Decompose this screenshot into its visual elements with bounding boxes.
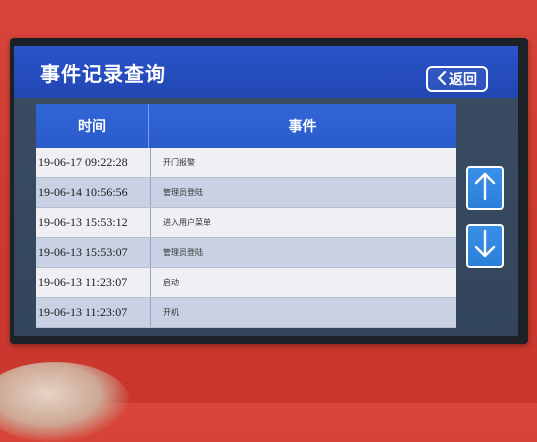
table-row[interactable]: 19-06-13 15:53:12 进入用户菜单 bbox=[36, 208, 456, 238]
event-log-table: 时间 事件 19-06-17 09:22:28 开门报警 19-06-14 10… bbox=[36, 104, 456, 328]
cell-event: 管理员登陆 bbox=[163, 248, 203, 257]
back-button[interactable]: 返回 bbox=[426, 66, 488, 92]
table-row[interactable]: 19-06-13 11:23:07 启动 bbox=[36, 268, 456, 298]
cell-time: 19-06-17 09:22:28 bbox=[36, 148, 151, 177]
back-button-label: 返回 bbox=[449, 72, 477, 88]
cell-time: 19-06-13 11:23:07 bbox=[36, 298, 151, 327]
arrow-down-icon bbox=[474, 229, 496, 263]
chevron-left-icon bbox=[437, 70, 447, 88]
table-row[interactable]: 19-06-13 11:23:07 开机 bbox=[36, 298, 456, 328]
cell-time: 19-06-14 10:56:56 bbox=[36, 178, 151, 207]
table-header: 时间 事件 bbox=[36, 104, 456, 148]
table-row[interactable]: 19-06-17 09:22:28 开门报警 bbox=[36, 148, 456, 178]
column-header-event: 事件 bbox=[288, 119, 317, 135]
column-header-time: 时间 bbox=[36, 104, 149, 148]
hmi-screen: 事件记录查询 返回 时间 事件 19-06-17 09:22:28 开门报警 1… bbox=[14, 46, 518, 336]
scroll-up-button[interactable] bbox=[466, 166, 504, 210]
cell-time: 19-06-13 15:53:07 bbox=[36, 238, 151, 267]
cell-event: 开门报警 bbox=[163, 158, 195, 167]
page-title: 事件记录查询 bbox=[40, 62, 166, 86]
scroll-down-button[interactable] bbox=[466, 224, 504, 268]
cell-time: 19-06-13 11:23:07 bbox=[36, 268, 151, 297]
cell-time: 19-06-13 15:53:12 bbox=[36, 208, 151, 237]
table-row[interactable]: 19-06-14 10:56:56 管理员登陆 bbox=[36, 178, 456, 208]
cell-event: 进入用户菜单 bbox=[163, 218, 211, 227]
cell-event: 启动 bbox=[163, 278, 179, 287]
arrow-up-icon bbox=[474, 171, 496, 205]
table-row[interactable]: 19-06-13 15:53:07 管理员登陆 bbox=[36, 238, 456, 268]
finger-shadow bbox=[0, 362, 130, 442]
cell-event: 管理员登陆 bbox=[163, 188, 203, 197]
header-bar: 事件记录查询 返回 bbox=[14, 46, 518, 98]
cell-event: 开机 bbox=[163, 308, 179, 317]
